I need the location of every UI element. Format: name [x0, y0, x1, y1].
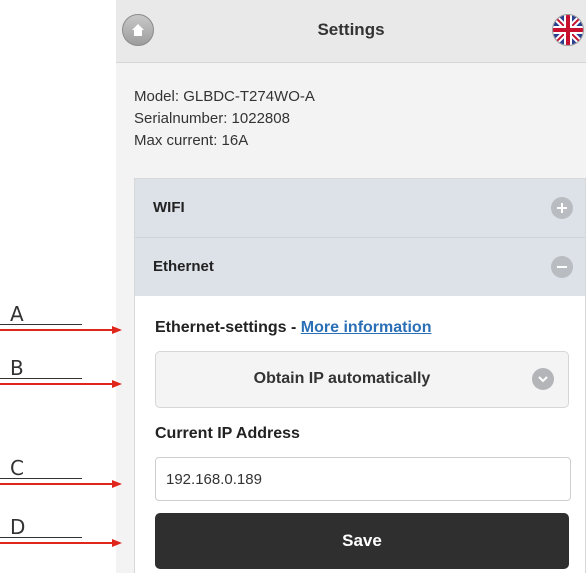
callout-letter-b: B — [10, 356, 24, 380]
callout-a: A — [0, 302, 125, 334]
ip-mode-value: Obtain IP automatically — [253, 370, 431, 387]
device-info: Model: GLBDC-T274WO-A Serialnumber: 1022… — [134, 86, 315, 152]
callout-underline — [0, 378, 82, 379]
red-arrow-icon — [0, 326, 122, 334]
uk-flag-icon — [553, 15, 583, 45]
network-panel: WIFI Ethernet Ethernet-settings - More i… — [134, 178, 586, 573]
max-current-text: Max current: 16A — [134, 132, 249, 149]
callout-letter-d: D — [10, 515, 26, 539]
settings-screen: Settings Model: GLBDC-T274WO-A Serialnum… — [116, 0, 586, 573]
callout-c: C — [0, 456, 125, 488]
top-bar: Settings — [116, 0, 586, 63]
red-arrow-icon — [0, 480, 122, 488]
red-arrow-icon — [0, 539, 122, 547]
expand-plus-icon[interactable] — [551, 197, 573, 219]
callout-letter-a: A — [10, 302, 24, 326]
callout-underline — [0, 324, 82, 325]
callout-underline — [0, 478, 82, 479]
page-title: Settings — [317, 20, 385, 39]
callout-d: D — [0, 515, 125, 547]
collapse-minus-icon[interactable] — [551, 256, 573, 278]
ethernet-label: Ethernet — [153, 258, 214, 275]
callout-letter-c: C — [10, 456, 24, 480]
red-arrow-icon — [0, 380, 122, 388]
language-button[interactable] — [552, 14, 584, 46]
serial-text: Serialnumber: 1022808 — [134, 110, 290, 127]
current-ip-input[interactable] — [155, 457, 571, 501]
accordion-ethernet[interactable]: Ethernet — [135, 237, 585, 296]
more-information-link[interactable]: More information — [301, 319, 432, 336]
chevron-down-icon — [532, 368, 554, 390]
ip-mode-select[interactable]: Obtain IP automatically — [155, 351, 569, 408]
accordion-wifi[interactable]: WIFI — [135, 179, 585, 237]
current-ip-label: Current IP Address — [155, 425, 300, 442]
ethernet-settings-heading: Ethernet-settings - More information — [155, 319, 431, 337]
callout-underline — [0, 537, 82, 538]
model-text: Model: GLBDC-T274WO-A — [134, 88, 315, 105]
callout-b: B — [0, 356, 125, 388]
save-button[interactable]: Save — [155, 513, 569, 569]
wifi-label: WIFI — [153, 199, 185, 216]
ethernet-settings-title: Ethernet-settings - — [155, 319, 301, 336]
